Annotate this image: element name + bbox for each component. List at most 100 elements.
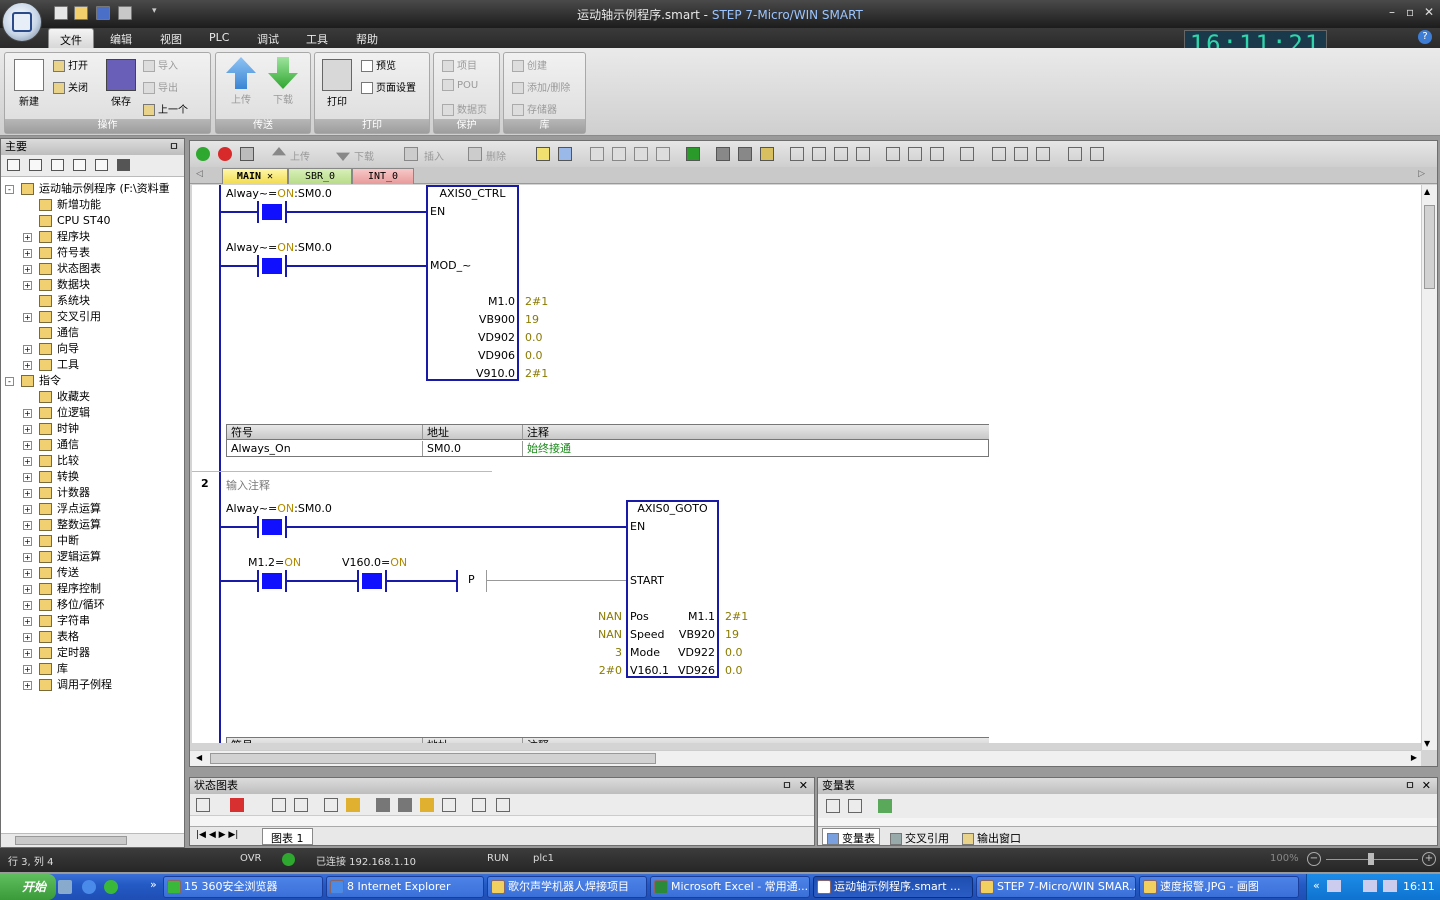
delete-icon[interactable] [230, 798, 244, 812]
tab-output-window[interactable]: 输出窗口 [958, 829, 1025, 847]
print-button[interactable]: 打印 [319, 59, 355, 108]
page-setup-button[interactable]: 页面设置 [361, 79, 416, 94]
close-file-button[interactable]: 关闭 [53, 79, 88, 94]
tree-node[interactable]: + 位逻辑 [1, 405, 185, 421]
expand-icon[interactable]: + [23, 521, 32, 530]
tree-node[interactable]: + 整数运算 [1, 517, 185, 533]
task-paint[interactable]: 速度报警.JPG - 画图 [1139, 876, 1299, 898]
menu-tools[interactable]: 工具 [306, 31, 328, 47]
tree-node[interactable]: 收藏夹 [1, 389, 185, 405]
line-down-icon[interactable] [812, 147, 826, 161]
net2-contact2[interactable] [257, 570, 287, 592]
tree-node[interactable]: 通信 [1, 325, 185, 341]
tree-node[interactable]: + 符号表 [1, 245, 185, 261]
expand-icon[interactable]: + [23, 249, 32, 258]
expand-icon[interactable]: + [23, 265, 32, 274]
export-icon[interactable] [878, 799, 892, 813]
add-remove-library-button[interactable]: 添加/删除 [512, 79, 570, 94]
bookmark-next-icon[interactable] [634, 147, 648, 161]
expand-icon[interactable]: + [23, 409, 32, 418]
delete-row-icon[interactable] [848, 799, 862, 813]
tree-node[interactable]: CPU ST40 [1, 213, 185, 229]
network-icon[interactable] [1327, 880, 1341, 892]
scroll-up-icon[interactable]: ▲ [1424, 187, 1430, 196]
expand-icon[interactable]: + [23, 537, 32, 546]
expand-icon[interactable]: + [23, 489, 32, 498]
branch-icon[interactable] [790, 147, 804, 161]
scroll-left-icon[interactable]: ◀ [196, 753, 202, 762]
bookmark-icon[interactable] [590, 147, 604, 161]
net1-contact1[interactable] [257, 201, 287, 223]
expand-icon[interactable]: + [23, 569, 32, 578]
expand-icon[interactable]: + [23, 585, 32, 594]
network-toggle-icon[interactable] [558, 147, 572, 161]
link-icon[interactable] [324, 798, 338, 812]
force-icon[interactable] [420, 798, 434, 812]
expand-icon[interactable]: + [23, 649, 32, 658]
bookmark-clear-icon[interactable] [656, 147, 670, 161]
net2-comment[interactable]: 输入注释 [226, 477, 270, 493]
expand-icon[interactable]: + [23, 505, 32, 514]
menu-edit[interactable]: 编辑 [110, 31, 132, 47]
tab-scroll-right-icon[interactable]: ▷ [1418, 169, 1425, 179]
start-button[interactable]: 开始 [0, 874, 56, 900]
import-button[interactable]: 导入 [143, 57, 178, 72]
list-icon[interactable] [73, 159, 86, 171]
open-button[interactable]: 打开 [53, 57, 88, 72]
go-to-icon[interactable] [686, 147, 700, 161]
insert-row-icon[interactable] [826, 799, 840, 813]
tab-chart-1[interactable]: 图表 1 [262, 828, 313, 845]
bookmark-prev-icon[interactable] [612, 147, 626, 161]
expand-icon[interactable]: + [23, 345, 32, 354]
tree-node[interactable]: - 运动轴示例程序 (F:\资料重 [1, 181, 185, 197]
block-icon[interactable] [95, 159, 108, 171]
preview-button[interactable]: 预览 [361, 57, 396, 72]
task-excel[interactable]: Microsoft Excel - 常用通... [650, 876, 810, 898]
symbol-table-icon[interactable] [992, 147, 1006, 161]
tab-sbr0[interactable]: SBR_0 [288, 168, 352, 184]
task-ie[interactable]: 8 Internet Explorer [326, 876, 484, 898]
task-folder[interactable]: 歌尔声学机器人焊接项目 [487, 876, 647, 898]
previous-button[interactable]: 上一个 [143, 101, 188, 116]
axis0-goto-block[interactable]: AXIS0_GOTO EN START Pos Speed Mode V160.… [626, 500, 719, 678]
protect-project-button[interactable]: 项目 [442, 57, 477, 72]
tree-node[interactable]: + 计数器 [1, 485, 185, 501]
zoom-out-icon[interactable]: − [1307, 852, 1321, 866]
tree-node[interactable]: + 定时器 [1, 645, 185, 661]
expand-icon[interactable]: + [23, 425, 32, 434]
comment-icon[interactable] [960, 147, 974, 161]
collapse-icon[interactable]: - [5, 377, 14, 386]
net2-contact1[interactable] [257, 516, 287, 538]
tab-main[interactable]: MAIN ✕ [222, 168, 288, 184]
tab-variable-table[interactable]: 变量表 [822, 828, 880, 845]
options-icon[interactable] [496, 798, 510, 812]
properties-icon[interactable] [1036, 147, 1050, 161]
lock-icon[interactable] [376, 798, 390, 812]
unlock-icon[interactable] [398, 798, 412, 812]
expand-icon[interactable]: + [23, 553, 32, 562]
toolbar-download-label[interactable]: 下载 [354, 148, 374, 163]
network-view-icon[interactable] [536, 147, 550, 161]
compile-icon[interactable] [240, 147, 254, 161]
add-icon[interactable] [196, 798, 210, 812]
browser-icon[interactable] [104, 880, 118, 894]
chart-icon[interactable] [272, 798, 286, 812]
trend-icon[interactable] [472, 798, 486, 812]
table-icon[interactable] [294, 798, 308, 812]
zoom-slider-thumb[interactable] [1368, 853, 1374, 865]
tree-node[interactable]: + 移位/循环 [1, 597, 185, 613]
tree-node[interactable]: + 浮点运算 [1, 501, 185, 517]
run-icon[interactable] [196, 147, 210, 161]
ladder-canvas[interactable]: Alway~=ON:SM0.0 Alway~=ON:SM0.0 AXIS0_CT… [192, 185, 1421, 743]
expand-icon[interactable]: + [23, 281, 32, 290]
help-icon[interactable]: ? [1418, 30, 1432, 44]
tree-node[interactable]: 新增功能 [1, 197, 185, 213]
expand-icon[interactable]: + [23, 361, 32, 370]
monitor-icon[interactable] [117, 159, 130, 171]
menu-plc[interactable]: PLC [209, 31, 229, 44]
insert-icon[interactable] [404, 147, 418, 161]
tree-node[interactable]: + 调用子例程 [1, 677, 185, 693]
lock-icon[interactable] [716, 147, 730, 161]
toolbar-insert-label[interactable]: 插入 [424, 148, 444, 163]
menu-view[interactable]: 视图 [160, 31, 182, 47]
